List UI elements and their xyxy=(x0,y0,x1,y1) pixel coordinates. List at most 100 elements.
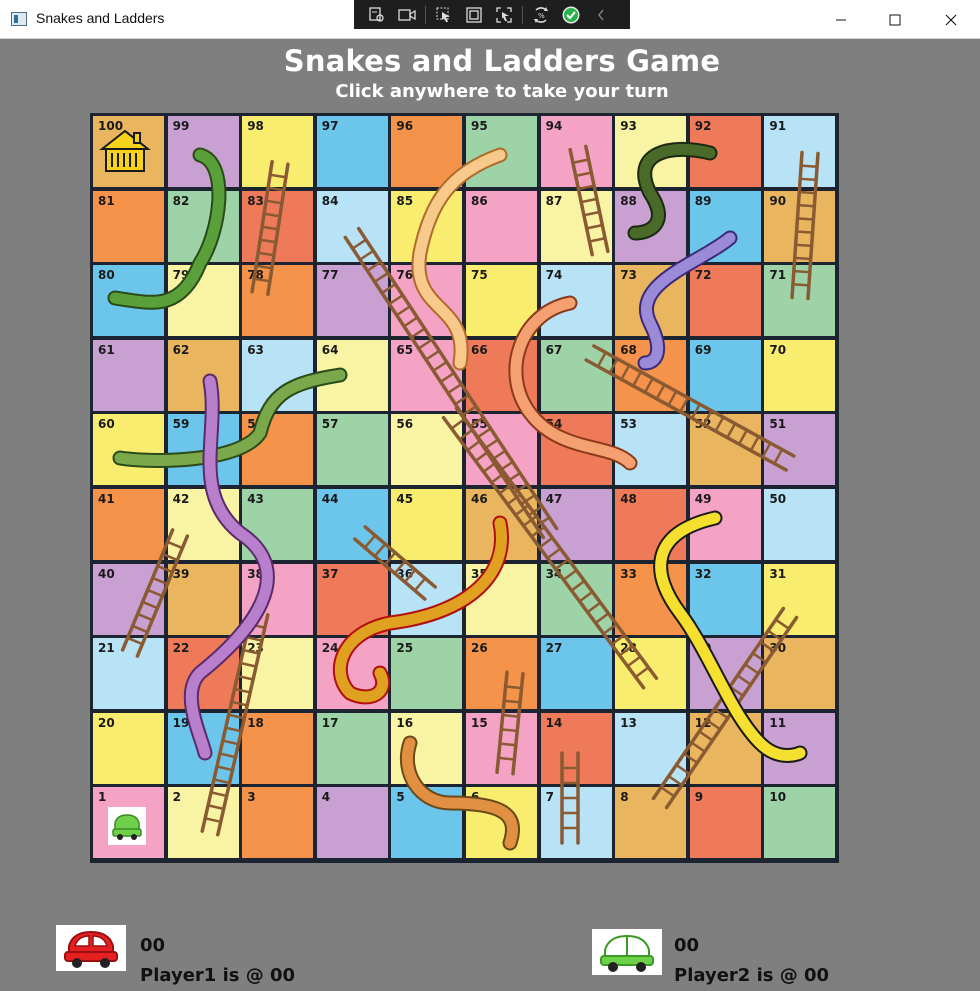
square-number: 4 xyxy=(321,790,331,805)
square-number: 31 xyxy=(769,566,787,581)
game-board[interactable]: 100 99 98 97 96 95 94 93 92 91 81 82 83 84 85 86 87 88 89 9… xyxy=(90,113,839,863)
square-number: 25 xyxy=(396,641,414,656)
board-square-68: 68 xyxy=(615,339,687,411)
square-number: 56 xyxy=(396,417,414,432)
maximize-button[interactable] xyxy=(872,0,918,39)
square-number: 80 xyxy=(98,268,115,283)
square-number: 98 xyxy=(247,119,264,133)
board-square-69: 69 xyxy=(689,339,761,411)
square-number: 48 xyxy=(620,492,637,506)
board-square-53: 53 xyxy=(615,414,687,486)
square-number: 75 xyxy=(471,268,488,283)
square-number: 22 xyxy=(172,641,190,656)
board-square-62: 62 xyxy=(167,339,239,411)
board-square-9: 9 xyxy=(689,787,761,859)
square-number: 97 xyxy=(321,119,339,133)
square-number: 5 xyxy=(396,790,405,805)
game-title: Snakes and Ladders Game xyxy=(283,44,721,78)
board-square-43: 43 xyxy=(242,489,314,560)
board-square-5: 5 xyxy=(391,787,463,859)
square-number: 8 xyxy=(620,790,629,805)
square-number: 15 xyxy=(471,715,488,730)
square-number: 43 xyxy=(247,492,264,506)
square-number: 19 xyxy=(172,715,190,730)
square-number: 79 xyxy=(172,268,190,283)
board-square-66: 66 xyxy=(466,339,537,411)
board-square-15: 15 xyxy=(466,712,537,784)
square-number: 82 xyxy=(172,193,190,208)
window-titlebar[interactable]: Snakes and Ladders % xyxy=(0,0,980,39)
board-square-86: 86 xyxy=(466,190,537,262)
square-number: 46 xyxy=(471,492,488,506)
board-square-27: 27 xyxy=(540,638,612,710)
square-number: 51 xyxy=(769,417,787,432)
board-square-98: 98 xyxy=(242,116,314,187)
board-square-14: 14 xyxy=(540,712,612,784)
layout-adorners-icon[interactable] xyxy=(459,3,489,27)
board-square-48: 48 xyxy=(615,489,687,560)
board-square-89: 89 xyxy=(689,190,761,262)
square-number: 88 xyxy=(620,193,637,208)
square-number: 70 xyxy=(769,342,787,357)
square-number: 62 xyxy=(172,342,190,357)
board-square-70: 70 xyxy=(764,339,836,411)
board-square-63: 63 xyxy=(242,339,314,411)
board-square-49: 49 xyxy=(689,489,761,560)
square-number: 14 xyxy=(545,715,563,730)
board-square-79: 79 xyxy=(167,265,239,337)
square-number: 55 xyxy=(471,417,488,432)
collapse-chevron-icon[interactable] xyxy=(586,3,616,27)
board-square-81: 81 xyxy=(93,190,164,262)
board-square-45: 45 xyxy=(391,489,463,560)
board-square-10: 10 xyxy=(764,787,836,859)
square-number: 27 xyxy=(545,641,563,656)
track-focus-icon[interactable] xyxy=(489,3,519,27)
square-number: 20 xyxy=(98,715,115,730)
board-square-28: 28 xyxy=(615,638,687,710)
board-square-37: 37 xyxy=(316,563,388,635)
select-element-icon[interactable] xyxy=(429,3,459,27)
check-icon[interactable] xyxy=(556,3,586,27)
square-number: 13 xyxy=(620,715,637,730)
minimize-button[interactable] xyxy=(818,0,864,39)
board-square-29: 29 xyxy=(689,638,761,710)
board-square-75: 75 xyxy=(466,265,537,337)
square-number: 41 xyxy=(98,492,115,506)
square-number: 90 xyxy=(769,193,787,208)
board-square-51: 51 xyxy=(764,414,836,486)
square-number: 26 xyxy=(471,641,488,656)
square-number: 63 xyxy=(247,342,264,357)
board-square-4: 4 xyxy=(316,787,388,859)
square-number: 36 xyxy=(396,566,414,581)
board-square-24: 24 xyxy=(316,638,388,710)
square-number: 11 xyxy=(769,715,787,730)
square-number: 12 xyxy=(694,715,712,730)
square-number: 76 xyxy=(396,268,414,283)
board-square-19: 19 xyxy=(167,712,239,784)
board-square-23: 23 xyxy=(242,638,314,710)
board-square-78: 78 xyxy=(242,265,314,337)
board-square-61: 61 xyxy=(93,339,164,411)
board-square-39: 39 xyxy=(167,563,239,635)
square-number: 28 xyxy=(620,641,637,656)
close-button[interactable] xyxy=(928,0,974,39)
square-number: 32 xyxy=(694,566,712,581)
board-square-40: 40 xyxy=(93,563,164,635)
turn-instruction: Click anywhere to take your turn xyxy=(335,81,669,102)
square-number: 86 xyxy=(471,193,488,208)
board-square-38: 38 xyxy=(242,563,314,635)
board-square-56: 56 xyxy=(391,414,463,486)
board-square-71: 71 xyxy=(764,265,836,337)
board-square-77: 77 xyxy=(316,265,388,337)
live-visual-tree-icon[interactable] xyxy=(362,3,392,27)
square-number: 64 xyxy=(321,342,339,357)
board-square-46: 46 xyxy=(466,489,537,560)
square-number: 39 xyxy=(172,566,190,581)
hot-reload-icon[interactable]: % xyxy=(526,3,556,27)
square-number: 65 xyxy=(396,342,414,357)
board-square-41: 41 xyxy=(93,489,164,560)
camera-icon[interactable] xyxy=(392,3,422,27)
board-square-11: 11 xyxy=(764,712,836,784)
board-square-52: 52 xyxy=(689,414,761,486)
square-number: 72 xyxy=(694,268,712,283)
